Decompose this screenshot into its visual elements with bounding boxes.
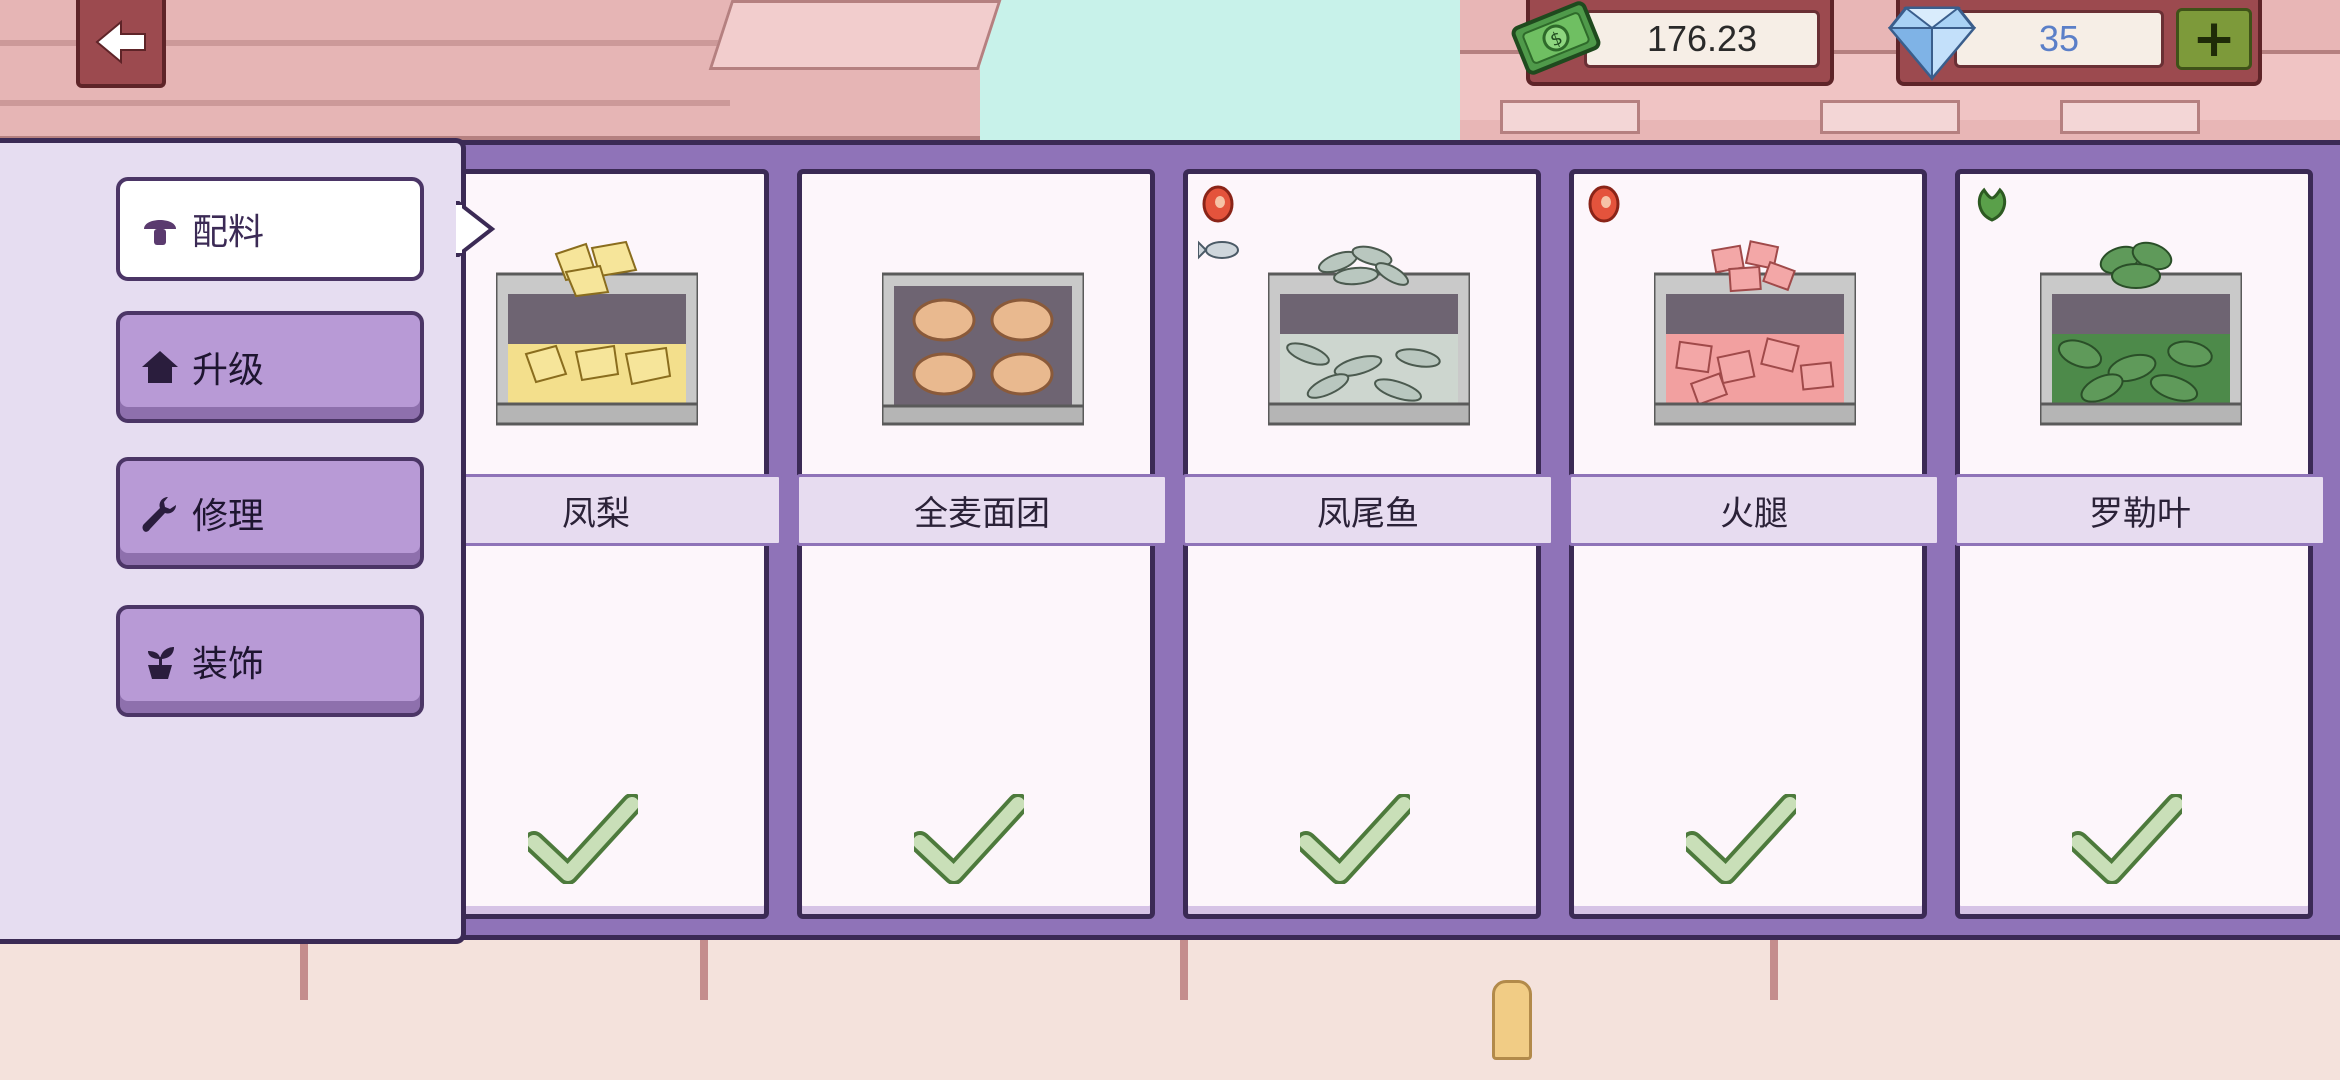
dough-tray-image <box>882 272 1084 426</box>
basil-bin-image <box>2040 241 2242 426</box>
building-roof <box>708 0 1002 70</box>
tab-toppings[interactable]: 配料 <box>116 177 424 281</box>
pineapple-bin-image <box>496 240 698 426</box>
checkmark-icon <box>2072 794 2182 884</box>
checkmark-icon <box>1686 794 1796 884</box>
checkmark-icon <box>1300 794 1410 884</box>
tab-decorations[interactable]: 装饰 <box>116 605 424 717</box>
mushroom-icon <box>144 220 176 245</box>
house-icon <box>142 351 178 383</box>
money-value: 176.23 <box>1584 10 1820 68</box>
ingredient-name: 火腿 <box>1568 474 1940 546</box>
ingredient-name: 凤尾鱼 <box>1182 474 1554 546</box>
fence-post <box>700 940 708 1000</box>
active-tab-pointer <box>456 201 496 257</box>
gem-counter: 35 + <box>1887 0 2262 86</box>
tab-label: 配料 <box>192 212 265 253</box>
tab-label: 装饰 <box>192 644 265 685</box>
building-window <box>1500 100 1640 134</box>
fence-post <box>300 940 308 1000</box>
checkmark-icon <box>528 794 638 884</box>
ingredient-name: 全麦面团 <box>796 474 1168 546</box>
fence-post <box>1770 940 1778 1000</box>
wrench-icon <box>142 497 176 532</box>
money-counter: 176.23 $ <box>1511 0 1834 86</box>
meat-icon <box>1202 185 1234 223</box>
ingredient-card-ham[interactable]: 火腿 <box>1568 169 1940 919</box>
category-sidebar: 配料 升级 修理 装饰 <box>0 138 496 944</box>
gem-value: 35 <box>1954 10 2164 68</box>
building-window <box>1820 100 1960 134</box>
meat-icon <box>1588 185 1620 223</box>
ham-bin-image <box>1654 240 1856 426</box>
sidewalk <box>0 930 2340 1080</box>
tab-repair[interactable]: 修理 <box>116 457 424 569</box>
ingredient-shop-panel: 凤梨 全麦面团 凤尾鱼 火腿 罗勒叶 <box>410 140 2340 940</box>
vegetable-icon <box>1977 187 2007 222</box>
fence-post <box>1180 940 1188 1000</box>
fire-hydrant <box>1492 980 1532 1060</box>
back-button[interactable] <box>76 0 166 88</box>
tab-upgrades[interactable]: 升级 <box>116 311 424 423</box>
building-trim <box>0 100 730 106</box>
ingredient-card-anchovies[interactable]: 凤尾鱼 <box>1182 169 1554 919</box>
building-window <box>2060 100 2200 134</box>
plant-pot-icon <box>148 647 174 679</box>
ingredient-name: 罗勒叶 <box>1954 474 2326 546</box>
anchovies-bin-image <box>1268 245 1470 426</box>
tab-label: 修理 <box>192 496 265 537</box>
ingredient-card-wheat-dough[interactable]: 全麦面团 <box>796 169 1168 919</box>
tab-label: 升级 <box>192 350 265 391</box>
diamond-icon <box>1887 6 1977 81</box>
back-arrow-icon <box>95 19 146 65</box>
checkmark-icon <box>914 794 1024 884</box>
add-gems-button[interactable]: + <box>2176 8 2252 70</box>
fish-icon <box>1198 240 1239 260</box>
ingredient-card-basil[interactable]: 罗勒叶 <box>1954 169 2326 919</box>
